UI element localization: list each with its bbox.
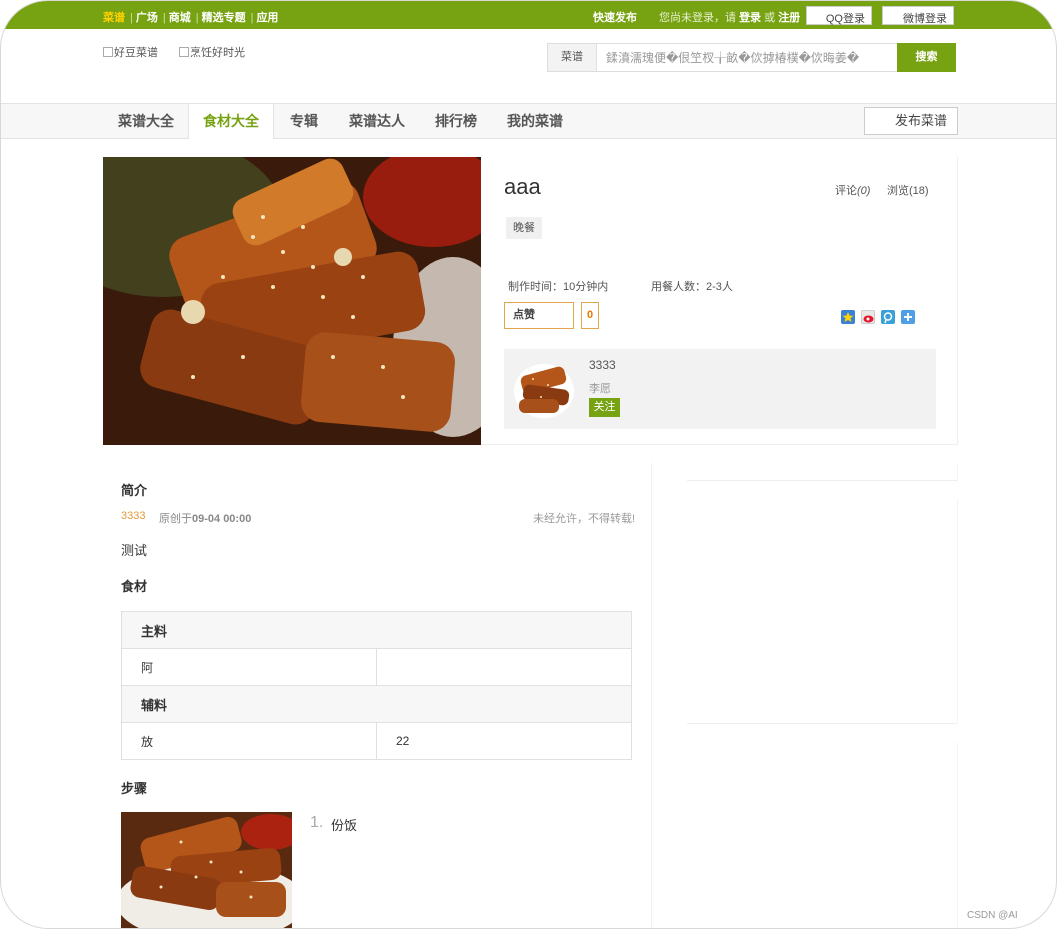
more-share-icon[interactable] [901,310,915,324]
table-row: 放 22 [121,722,632,760]
top-link-square[interactable]: 广场 [136,12,158,24]
step-image [121,812,292,928]
ingredient-name[interactable]: 放 [121,722,377,760]
page-frame: 菜谱 | 广场 | 商城 | 精选专题 | 应用 快速发布 您尚未登录，请 登录 或 注册 QQ… [0,0,1057,929]
search-category-select[interactable]: 菜谱 [548,44,597,71]
author-subtitle: 李愿 [589,383,611,395]
recipe-tag[interactable]: 晚餐 [506,217,542,239]
side-panel-middle [687,499,958,724]
search-button[interactable]: 搜索 [897,43,956,72]
ingredient-amount [376,648,632,686]
weibo-icon[interactable] [861,310,875,324]
top-link-apps[interactable]: 应用 [256,12,278,24]
created-date-value: 09-04 00:00 [192,513,252,525]
author-card: 3333 李愿 关注 [504,349,936,429]
broken-image-icon [179,47,189,57]
intro-author-link[interactable]: 3333 [121,510,145,522]
tencent-icon[interactable] [881,310,895,324]
broken-image-icon [103,47,113,57]
comments-label: 评论 [835,185,857,197]
views-count: (18) [909,185,929,197]
top-links: 菜谱 | 广场 | 商城 | 精选专题 | 应用 [103,12,279,24]
recipe-description: 测试 [121,543,148,558]
side-panel-top [687,463,958,481]
nav-item-ingredients[interactable]: 食材大全 [188,104,274,139]
ingredient-name[interactable]: 阿 [121,648,377,686]
login-hint-text: 您尚未登录，请 [659,12,736,24]
slogan-image: 烹饪好时光 [179,44,245,60]
comments-count: (0) [857,185,871,197]
step-text: 份饭 [331,818,358,833]
slogan-alt: 烹饪好时光 [190,47,245,59]
aux-ingredients-label: 辅料 [121,685,632,723]
follow-button[interactable]: 关注 [589,398,620,417]
like-count: 0 [581,302,599,329]
top-link-recipes[interactable]: 菜谱 [103,12,125,24]
login-link[interactable]: 登录 [739,12,761,24]
top-link-mall[interactable]: 商城 [169,12,191,24]
nav-item-ranking[interactable]: 排行榜 [421,104,491,138]
publish-recipe-button[interactable]: 发布菜谱 [864,107,958,135]
login-hint: 您尚未登录，请 登录 或 注册 [659,9,800,25]
ingredient-amount: 22 [376,722,632,760]
main-nav: 菜谱大全 食材大全 专辑 菜谱达人 排行榜 我的菜谱 发布菜谱 [1,103,1056,139]
like-button[interactable]: 点赞 [504,302,574,329]
nav-item-recipes[interactable]: 菜谱大全 [105,104,187,138]
site-logo-alt: 好豆菜谱 [114,47,158,59]
top-link-topics[interactable]: 精选专题 [202,12,246,24]
created-prefix: 原创于 [159,513,192,525]
register-link[interactable]: 注册 [778,12,800,24]
side-panel-bottom [687,742,958,928]
intro-heading: 简介 [121,483,148,498]
top-bar: 菜谱 | 广场 | 商城 | 精选专题 | 应用 快速发布 您尚未登录，请 登录 或 注册 QQ… [1,1,1056,29]
comments-stat[interactable]: 评论(0) [835,182,870,198]
csdn-watermark: CSDN @AI [967,910,1018,921]
servings: 用餐人数：2-3人 [651,281,733,293]
nav-item-albums[interactable]: 专辑 [275,104,333,138]
author-avatar[interactable] [513,357,576,420]
step-number: 1. [310,814,324,831]
main-ingredients-label: 主料 [121,611,632,649]
weibo-login-button[interactable]: 微博登录 [882,6,954,25]
search-input[interactable] [598,44,898,71]
steps-heading: 步骤 [121,781,148,796]
login-or-text: 或 [764,12,776,24]
copyright-notice: 未经允许，不得转载! [533,513,636,525]
created-date: 原创于09-04 00:00 [159,510,251,526]
views-stat: 浏览(18) [887,182,929,198]
views-label: 浏览 [887,185,909,197]
ingredients-table: 主料 阿 辅料 放 22 [121,611,632,760]
quick-publish-link[interactable]: 快速发布 [593,9,637,25]
qzone-icon[interactable] [841,310,855,324]
site-logo[interactable]: 好豆菜谱 [103,44,158,60]
ingredients-heading: 食材 [121,579,148,594]
nav-item-experts[interactable]: 菜谱达人 [335,104,419,138]
search-bar: 菜谱 搜索 [547,43,956,72]
recipe-main-image [103,157,481,445]
cook-time: 制作时间：10分钟内 [508,281,609,293]
nav-item-my-recipes[interactable]: 我的菜谱 [497,104,573,138]
author-name[interactable]: 3333 [589,358,616,372]
qq-login-button[interactable]: QQ登录 [806,6,872,25]
table-row: 阿 [121,648,632,686]
recipe-title: aaa [504,174,541,199]
